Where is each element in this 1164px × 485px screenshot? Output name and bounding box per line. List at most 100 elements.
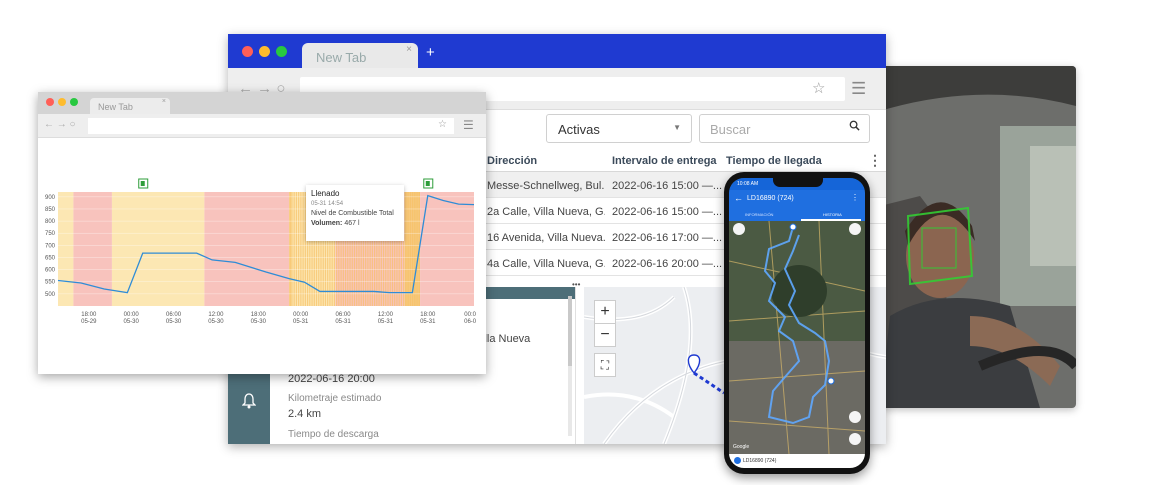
detail-km-value: 2.4 km (288, 408, 322, 420)
bell-icon[interactable] (242, 393, 256, 409)
x-tick-label: 12:00 (378, 312, 394, 318)
x-tick-label: 00:00 (293, 312, 309, 318)
column-options-icon[interactable]: ⋮ (868, 152, 882, 169)
address-bar-row: ← → ○ ☆ ☰ (38, 114, 486, 138)
google-logo: Google (733, 444, 750, 450)
phone-more-icon[interactable]: ⋮ (851, 193, 859, 202)
cell-address: 16 Avenida, Villa Nueva... (487, 232, 605, 244)
y-tick-label: 600 (45, 268, 56, 274)
nav-arrows-icon[interactable]: ← → ○ (44, 119, 76, 130)
active-tab-underline (801, 219, 861, 221)
browser-tab[interactable]: New Tab × (90, 98, 170, 114)
fuel-pump-glyph (140, 181, 145, 186)
x-tick-label: 06:00 (166, 312, 182, 318)
y-tick-label: 550 (45, 280, 56, 286)
maximize-window-dot[interactable] (276, 46, 287, 57)
x-tick-label: 18:00 (81, 312, 97, 318)
address-bar[interactable] (88, 118, 454, 134)
zoom-out-button[interactable]: − (594, 323, 616, 347)
y-tick-label: 900 (45, 195, 56, 201)
x-tick-date: 05-31 (335, 319, 351, 325)
minimize-window-dot[interactable] (259, 46, 270, 57)
phone-layers-button (849, 223, 861, 235)
cell-delivery-window: 2022-06-16 15:00 —... (612, 206, 723, 218)
tab-information[interactable]: INFORMACIÓN (745, 212, 773, 217)
x-tick-label: 18:00 (420, 312, 436, 318)
fuel-chart-browser-window: New Tab × ← → ○ ☆ ☰ 900 850 800 750 700 650 60… (38, 92, 486, 374)
tab-title: New Tab (316, 50, 367, 65)
search-input[interactable]: Buscar (699, 114, 870, 143)
x-tick-label: 00:00 (124, 312, 140, 318)
cell-address: 4a Calle, Villa Nueva, G... (487, 258, 605, 270)
tooltip-datetime: 05-31 14:54 (311, 201, 344, 207)
browser-menu-icon[interactable]: ☰ (851, 79, 866, 99)
phone-bottom-label: LD16890 (724) (743, 458, 777, 464)
fuel-pump-glyph (425, 181, 430, 186)
browser-tab-bar: New Tab × + (228, 34, 886, 68)
x-tick-date: 05-30 (124, 319, 140, 325)
zoom-in-button[interactable]: + (594, 300, 616, 324)
x-tick-date: 05-31 (378, 319, 394, 325)
back-arrow-icon[interactable]: ← (734, 193, 743, 203)
x-tick-label: 06:00 (336, 312, 352, 318)
panel-more-icon[interactable]: ••• (572, 280, 580, 289)
close-window-dot[interactable] (242, 46, 253, 57)
phone-title: LD16890 (724) (747, 195, 794, 202)
detail-scrollbar-thumb[interactable] (568, 296, 572, 366)
tooltip-label: Nivel de Combustible Total (311, 210, 394, 217)
x-tick-label: 12:00 (208, 312, 224, 318)
x-tick-date: 05-31 (420, 319, 436, 325)
bookmark-star-icon[interactable]: ☆ (438, 119, 447, 130)
cell-delivery-window: 2022-06-16 17:00 —... (612, 232, 723, 244)
table-header-row: Dirección Intervalo de entrega Tiempo de… (482, 150, 886, 172)
x-tick-label: 18:00 (251, 312, 267, 318)
status-filter-select[interactable]: Activas ▼ (546, 114, 692, 143)
x-tick-date: 05-30 (251, 319, 267, 325)
cell-address: Messe-Schnellweg, Bul... (487, 180, 605, 192)
phone-zoom-out-button (849, 433, 861, 445)
tab-title: New Tab (98, 102, 133, 112)
phone-bottom-bar[interactable]: LD16890 (724) (729, 454, 865, 468)
satellite-route-map[interactable] (729, 221, 865, 454)
x-tick-label: 00:0 (464, 312, 476, 318)
y-tick-label: 850 (45, 207, 56, 213)
y-tick-label: 800 (45, 219, 56, 225)
phone-screen: 10:08 AM ← LD16890 (724) ⋮ INFORMACIÓN H… (729, 178, 865, 468)
vehicle-icon (734, 457, 741, 464)
maximize-window-dot[interactable] (70, 98, 78, 106)
phone-tabs: INFORMACIÓN HISTORIA (729, 208, 865, 221)
tooltip-volume-label: Volumen: (311, 220, 343, 227)
search-icon[interactable] (849, 120, 860, 131)
column-header-arrival-time[interactable]: Tiempo de llegada (726, 155, 866, 167)
column-header-delivery-window[interactable]: Intervalo de entrega (612, 155, 730, 167)
cell-address: 2a Calle, Villa Nueva, G... (487, 206, 605, 218)
x-tick-date: 06-0 (464, 319, 477, 325)
y-tick-label: 750 (45, 231, 56, 237)
y-tick-label: 650 (45, 255, 56, 261)
chart-tooltip: Llenado 05-31 14:54 Nivel de Combustible… (306, 185, 404, 241)
phone-zoom-in-button (849, 411, 861, 423)
x-tick-date: 05-31 (293, 319, 309, 325)
browser-tab[interactable]: New Tab × (302, 43, 418, 68)
detail-address: illa Nueva (482, 333, 531, 345)
phone-app-bar: ← LD16890 (724) ⋮ (729, 190, 865, 208)
x-tick-date: 05-29 (81, 319, 97, 325)
close-window-dot[interactable] (46, 98, 54, 106)
mobile-phone: 10:08 AM ← LD16890 (724) ⋮ INFORMACIÓN H… (724, 172, 870, 474)
bookmark-star-icon[interactable]: ☆ (812, 79, 825, 97)
tab-close-icon[interactable]: × (162, 98, 166, 105)
fuel-level-chart[interactable]: 90085080075070065060055050018:0005-2900:… (38, 138, 486, 374)
phone-notch (773, 178, 823, 187)
phone-settings-button (733, 223, 745, 235)
browser-menu-icon[interactable]: ☰ (463, 118, 474, 132)
tab-close-icon[interactable]: × (406, 44, 412, 55)
browser-tab-bar: New Tab × (38, 92, 486, 114)
fullscreen-button[interactable]: ⛶ (594, 353, 616, 377)
search-placeholder: Buscar (710, 122, 751, 137)
new-tab-button[interactable]: + (426, 44, 435, 61)
minimize-window-dot[interactable] (58, 98, 66, 106)
tooltip-title: Llenado (311, 189, 340, 198)
detail-unload-label: Tiempo de descarga (288, 429, 379, 440)
column-header-address[interactable]: Dirección (487, 155, 605, 167)
tab-history[interactable]: HISTORIA (823, 212, 842, 217)
